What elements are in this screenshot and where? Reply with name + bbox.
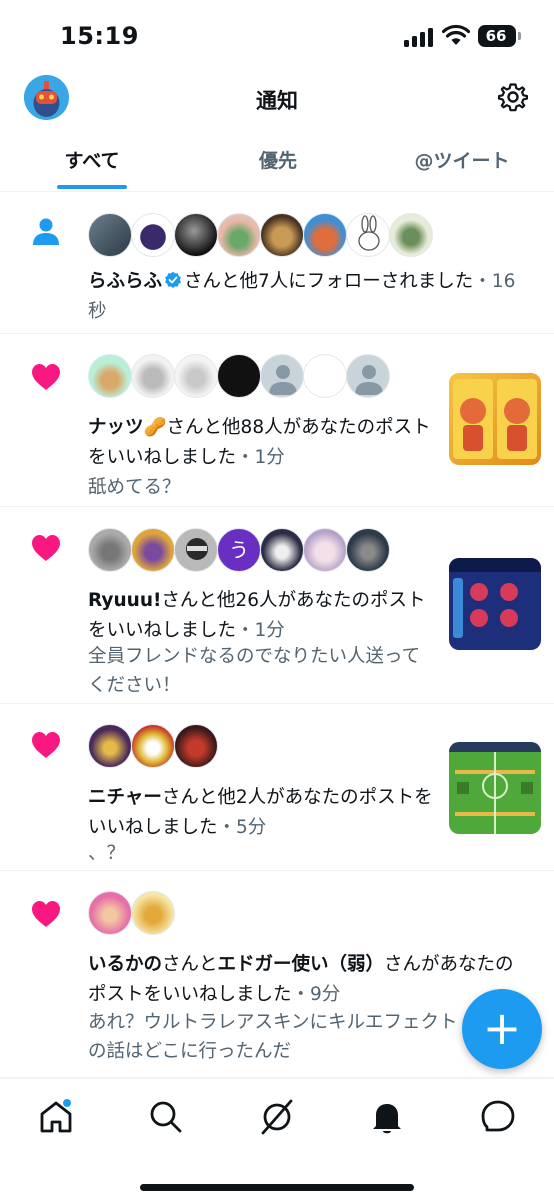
avatar[interactable] bbox=[346, 528, 390, 572]
avatar[interactable] bbox=[88, 724, 132, 768]
avatar[interactable] bbox=[303, 528, 347, 572]
post-thumbnail[interactable] bbox=[449, 373, 541, 465]
compose-button[interactable]: + bbox=[462, 989, 542, 1069]
page-title: 通知 bbox=[256, 89, 298, 113]
messages-icon[interactable] bbox=[478, 1097, 518, 1137]
user-name[interactable]: ニチャー bbox=[88, 787, 162, 808]
avatar[interactable] bbox=[174, 724, 218, 768]
notification-connector: さんと bbox=[162, 954, 218, 975]
avatar[interactable] bbox=[260, 528, 304, 572]
notification-like[interactable]: ニチャーさんと他2人があなたのポストをいいねしました・5分 、？ bbox=[0, 705, 554, 871]
notification-message: さんと他7人にフォローされました bbox=[184, 271, 474, 292]
avatar[interactable] bbox=[131, 891, 175, 935]
avatar[interactable] bbox=[260, 213, 304, 257]
avatar[interactable] bbox=[346, 213, 390, 257]
bottom-navigation bbox=[0, 1078, 554, 1199]
notification-like[interactable]: ナッツ🥜さんと他88人があなたのポストをいいねしました・1分 舐めてる？ bbox=[0, 335, 554, 507]
avatar[interactable] bbox=[217, 213, 261, 257]
cellular-signal-icon bbox=[404, 27, 434, 47]
avatar[interactable] bbox=[131, 528, 175, 572]
battery-level: 66 bbox=[485, 27, 507, 45]
status-bar: 15:19 66 bbox=[0, 0, 554, 70]
avatar[interactable] bbox=[131, 724, 175, 768]
post-preview: あれ？ウルトラレアスキンにキルエフェクトの話はどこに行ったんだ bbox=[88, 1012, 458, 1062]
avatar[interactable] bbox=[174, 354, 218, 398]
avatar[interactable]: う bbox=[217, 528, 261, 572]
post-preview: 、？ bbox=[88, 843, 126, 864]
timestamp: ・9分 bbox=[291, 984, 341, 1005]
notification-text: ナッツ🥜さんと他88人があなたのポストをいいねしました・1分 bbox=[88, 413, 433, 473]
verified-badge-icon bbox=[165, 271, 181, 288]
avatar[interactable] bbox=[217, 354, 261, 398]
status-time: 15:19 bbox=[60, 22, 139, 50]
grok-icon[interactable] bbox=[257, 1097, 297, 1137]
tab-mentions[interactable]: @ツイート bbox=[402, 146, 522, 173]
bell-icon[interactable] bbox=[367, 1097, 407, 1137]
avatar[interactable] bbox=[260, 354, 304, 398]
user-name[interactable]: らふらふ bbox=[88, 271, 162, 292]
tab-priority[interactable]: 優先 bbox=[226, 146, 330, 173]
heart-icon bbox=[32, 901, 60, 927]
notification-text: Ryuuu!さんと他26人があなたのポストをいいねしました・1分 bbox=[88, 586, 433, 646]
notification-text: ニチャーさんと他2人があなたのポストをいいねしました・5分 bbox=[88, 783, 433, 843]
heart-icon bbox=[32, 535, 60, 561]
notification-follow[interactable]: らふらふ さんと他7人にフォローされました・16秒 bbox=[0, 193, 554, 334]
timestamp: ・5分 bbox=[217, 817, 267, 838]
timestamp: ・1分 bbox=[236, 620, 285, 641]
user-name[interactable]: Ryuuu! bbox=[88, 590, 161, 611]
post-thumbnail[interactable] bbox=[449, 558, 541, 650]
post-thumbnail[interactable] bbox=[449, 742, 541, 834]
avatar[interactable] bbox=[88, 213, 132, 257]
avatar[interactable] bbox=[88, 528, 132, 572]
avatar[interactable] bbox=[174, 213, 218, 257]
gear-icon[interactable] bbox=[498, 82, 528, 112]
user-name[interactable]: エドガー使い（弱） bbox=[218, 954, 385, 975]
avatar[interactable] bbox=[389, 213, 433, 257]
avatar[interactable] bbox=[88, 354, 132, 398]
avatar[interactable] bbox=[303, 354, 347, 398]
battery-nub bbox=[518, 32, 521, 40]
heart-icon bbox=[32, 732, 60, 758]
notification-text: らふらふ さんと他7人にフォローされました・16秒 bbox=[88, 267, 528, 327]
compose-plus-icon: + bbox=[482, 1001, 522, 1055]
home-icon[interactable] bbox=[36, 1097, 76, 1137]
battery-icon: 66 bbox=[478, 25, 516, 47]
person-icon bbox=[33, 218, 59, 245]
avatar[interactable] bbox=[174, 528, 218, 572]
notification-like[interactable]: う Ryuuu!さんと他26人があなたのポストをいいねしました・1分 全員フレン… bbox=[0, 508, 554, 704]
avatar[interactable] bbox=[346, 354, 390, 398]
wifi-icon bbox=[442, 24, 470, 45]
avatar[interactable] bbox=[88, 891, 132, 935]
home-indicator bbox=[140, 1184, 414, 1191]
timestamp: ・1分 bbox=[236, 447, 285, 468]
post-preview: 舐めてる？ bbox=[88, 477, 181, 498]
user-name[interactable]: ナッツ🥜 bbox=[88, 417, 167, 438]
header: 通知 bbox=[0, 70, 554, 132]
heart-icon bbox=[32, 364, 60, 390]
tab-all[interactable]: すべて bbox=[40, 146, 144, 173]
avatar[interactable] bbox=[131, 354, 175, 398]
post-preview: 全員フレンドなるのでなりたい人送ってください！ bbox=[88, 646, 421, 696]
avatar[interactable] bbox=[131, 213, 175, 257]
avatar[interactable] bbox=[303, 213, 347, 257]
user-name[interactable]: いるかの bbox=[88, 954, 162, 975]
active-tab-indicator bbox=[57, 185, 127, 189]
tab-bar: すべて 優先 @ツイート bbox=[0, 132, 554, 192]
search-icon[interactable] bbox=[146, 1097, 186, 1137]
